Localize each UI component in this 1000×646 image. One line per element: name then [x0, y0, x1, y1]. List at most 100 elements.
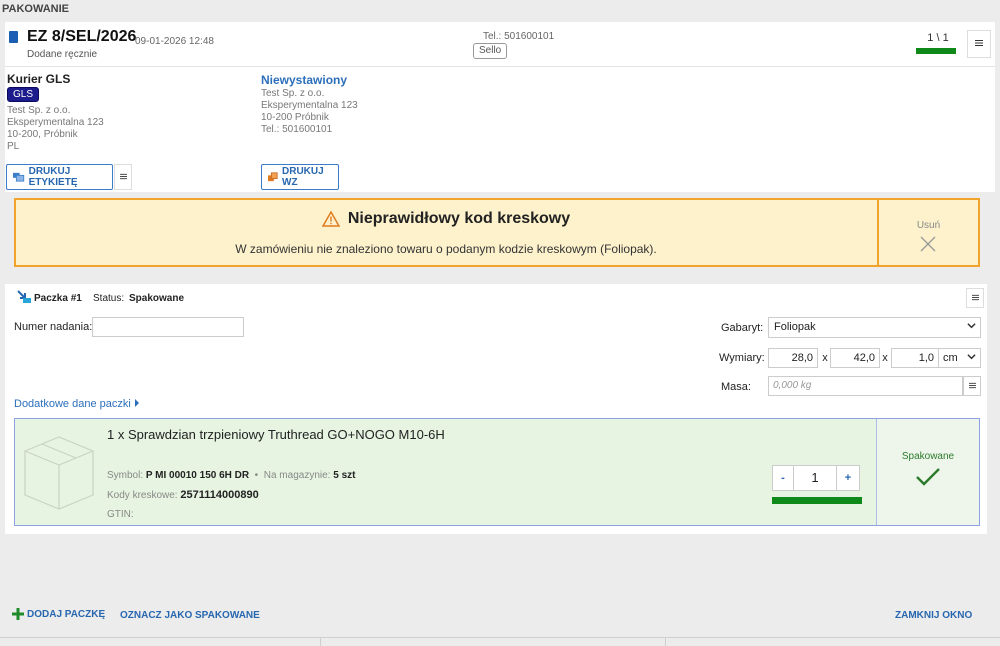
order-header: EZ 8/SEL/2026 09-01-2026 12:48 Dodane rę… [5, 22, 995, 66]
order-number: EZ 8/SEL/2026 [27, 28, 137, 45]
item-symbol-value: P MI 00010 150 6H DR [145, 470, 250, 481]
dimensions-label: Wymiary: [719, 352, 765, 364]
alert-message: W zamówieniu nie znaleziono towaru o pod… [235, 242, 657, 256]
close-window-button[interactable]: ZAMKNIJ OKNO [895, 610, 972, 621]
quantity-increase-button[interactable]: + [836, 465, 860, 491]
tracking-number-input[interactable] [92, 317, 244, 337]
add-package-button[interactable]: DODAJ PACZKĘ [12, 608, 105, 620]
channel-badge: Sello [473, 43, 508, 59]
order-progress-bar [916, 48, 956, 54]
alert-remove-button[interactable]: Usuń [879, 200, 978, 265]
close-icon [920, 236, 936, 252]
print-wz-icon [268, 172, 278, 182]
print-label-menu-button[interactable] [114, 164, 132, 190]
item-symbol-row: Symbol: P MI 00010 150 6H DR • Na magazy… [107, 470, 356, 481]
package-title: Paczka #1 [34, 293, 82, 304]
document-icon [9, 31, 18, 43]
dimension-height-input[interactable]: 1,0 [891, 348, 939, 368]
item-gtin-row: GTIN: [107, 509, 134, 520]
item-status-button[interactable]: Spakowane [877, 419, 979, 525]
package-card: Paczka #1 Status: Spakowane Numer nadani… [5, 284, 987, 534]
print-wz-button[interactable]: DRUKUJ WZ [261, 164, 339, 190]
item-packed-progress-fill [772, 497, 862, 504]
print-label-text: DRUKUJ ETYKIETĘ [28, 166, 78, 188]
package-icon [17, 290, 31, 303]
sender-line: 10-200, Próbnik [7, 129, 78, 140]
receiver-line: Tel.: 501600101 [261, 124, 333, 135]
chevron-down-icon [967, 354, 976, 360]
bottom-divider [0, 637, 1000, 638]
item-stock-value: 5 szt [333, 470, 356, 481]
print-wz-text: DRUKUJ WZ [282, 166, 324, 188]
caret-right-icon [134, 399, 139, 407]
alert-remove-label: Usuń [916, 220, 941, 231]
dimension-length-input[interactable]: 28,0 [768, 348, 818, 368]
sender-line: Test Sp. z o.o. [7, 105, 71, 116]
package-item-row: 1 x Sprawdzian trzpieniowy Truthread GO+… [14, 418, 980, 526]
quantity-decrease-button[interactable]: - [772, 465, 794, 491]
item-gtin-label: GTIN: [107, 509, 134, 520]
address-section: Kurier GLS GLS Test Sp. z o.o. Eksperyme… [5, 66, 995, 192]
extra-package-data-text: Dodatkowe dane paczki [14, 398, 131, 410]
dimension-separator: x [882, 352, 888, 364]
package-status-value: Spakowane [129, 293, 185, 304]
order-progress-text: 1 \ 1 [927, 32, 949, 44]
order-menu-button[interactable] [967, 30, 991, 58]
barcode-error-alert: Nieprawidłowy kod kreskowy W zamówieniu … [14, 198, 980, 267]
order-phone: Tel.: 501600101 [483, 31, 555, 42]
size-label: Gabaryt: [721, 322, 764, 334]
alert-title: Nieprawidłowy kod kreskowy [347, 210, 571, 227]
package-menu-button[interactable] [966, 288, 984, 308]
page-title: PAKOWANIE [2, 3, 70, 15]
add-package-text: DODAJ PACZKĘ [27, 608, 106, 620]
dimension-unit-select[interactable]: cm [938, 348, 981, 368]
mass-menu-button[interactable] [963, 376, 981, 396]
receiver-line: 10-200 Próbnik [261, 112, 329, 123]
receiver-address: Test Sp. z o.o. Eksperymentalna 123 10-2… [261, 88, 358, 136]
menu-icon [975, 40, 983, 46]
item-title: 1 x Sprawdzian trzpieniowy Truthread GO+… [107, 427, 445, 442]
item-status-text: Spakowane [901, 451, 955, 462]
chevron-down-icon [967, 323, 976, 329]
size-select[interactable]: Foliopak [768, 317, 981, 338]
check-icon [916, 468, 940, 486]
item-symbol-label: Symbol: [107, 470, 144, 481]
dimension-unit-value: cm [943, 352, 958, 364]
receiver-line: Test Sp. z o.o. [261, 88, 325, 99]
alert-title-row: Nieprawidłowy kod kreskowy [16, 210, 876, 228]
courier-badge: GLS [7, 87, 40, 102]
dimension-width-input[interactable]: 42,0 [830, 348, 880, 368]
courier-name: Kurier GLS [7, 72, 71, 86]
quantity-input[interactable]: 1 [794, 465, 836, 491]
menu-icon [119, 173, 127, 180]
mass-label: Masa: [721, 381, 751, 393]
sender-address: Test Sp. z o.o. Eksperymentalna 123 10-2… [7, 105, 104, 153]
tracking-number-label: Numer nadania: [14, 321, 93, 333]
order-date: 09-01-2026 12:48 [135, 36, 214, 47]
menu-icon [968, 382, 976, 389]
bottom-divider-tick [665, 638, 666, 646]
mass-input[interactable]: 0,000 kg [768, 376, 963, 396]
item-barcode-label: Kody kreskowe: [107, 490, 178, 501]
order-progress-fill [916, 48, 956, 54]
print-label-icon [13, 172, 25, 182]
item-stock-label: Na magazynie: [263, 470, 331, 481]
document-status[interactable]: Niewystawiony [261, 73, 347, 87]
size-select-value: Foliopak [774, 321, 816, 333]
item-packed-progress-bar [772, 497, 862, 504]
receiver-line: Eksperymentalna 123 [261, 100, 358, 111]
sender-line: PL [7, 141, 20, 152]
item-barcode-row: Kody kreskowe: 2571114000890 [107, 489, 259, 501]
warning-icon [321, 211, 340, 227]
sender-line: Eksperymentalna 123 [7, 117, 104, 128]
item-barcode-value: 2571114000890 [180, 489, 259, 501]
mark-packed-button[interactable]: OZNACZ JAKO SPAKOWANE [120, 610, 260, 621]
product-box-icon [24, 436, 94, 510]
extra-package-data-link[interactable]: Dodatkowe dane paczki [14, 398, 140, 410]
print-label-button[interactable]: DRUKUJ ETYKIETĘ [6, 164, 113, 190]
plus-icon [12, 608, 24, 620]
order-source: Dodane ręcznie [27, 49, 98, 60]
menu-icon [971, 294, 979, 301]
bottom-divider-tick [320, 638, 321, 646]
package-status-label: Status: [93, 293, 125, 304]
